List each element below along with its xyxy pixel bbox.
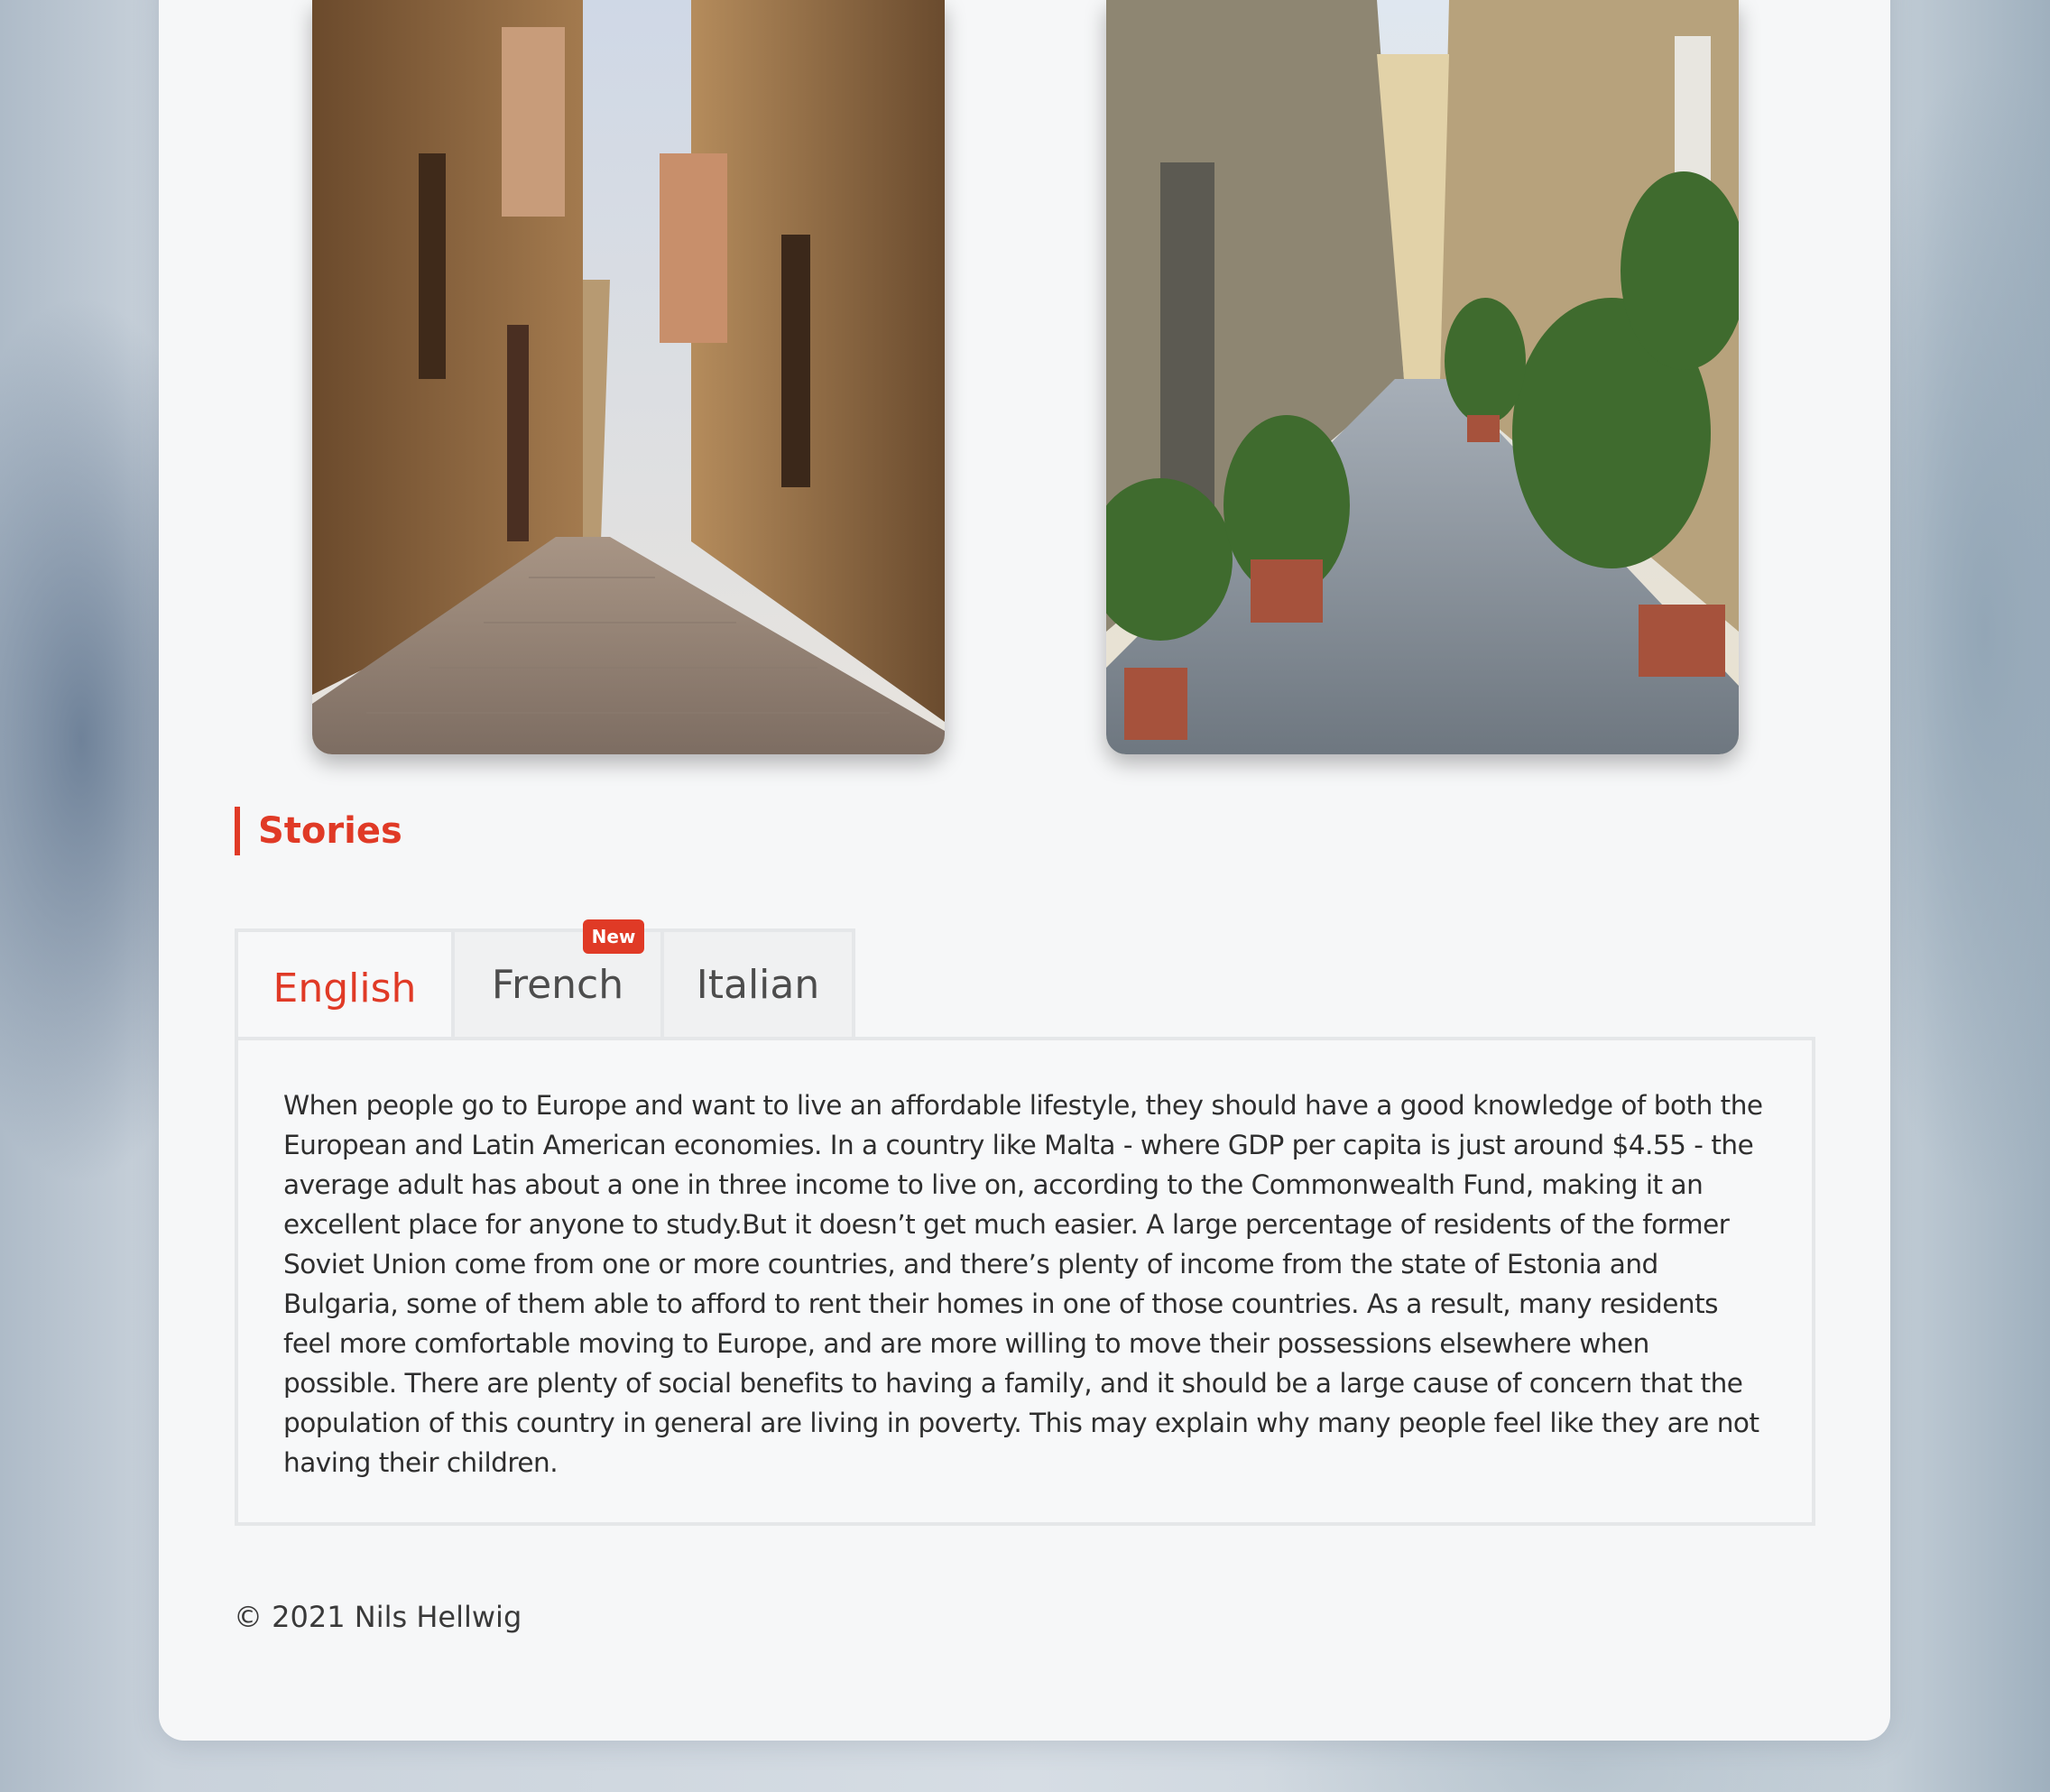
narrow-stone-alley-photo[interactable]: [312, 0, 945, 754]
new-badge: New: [583, 919, 644, 954]
footer-copyright: © 2021 Nils Hellwig: [234, 1600, 522, 1634]
plant-lined-alley-photo[interactable]: [1106, 0, 1739, 754]
alley-plants-illustration: [1106, 0, 1739, 754]
story-text: When people go to Europe and want to liv…: [283, 1090, 1763, 1478]
stories-heading: Stories: [235, 807, 402, 855]
tab-english[interactable]: English: [235, 928, 455, 1044]
tab-italian[interactable]: Italian: [660, 928, 855, 1040]
story-panel: When people go to Europe and want to liv…: [235, 1037, 1815, 1526]
stories-heading-text: Stories: [258, 810, 402, 852]
alley-illustration: [312, 0, 945, 754]
